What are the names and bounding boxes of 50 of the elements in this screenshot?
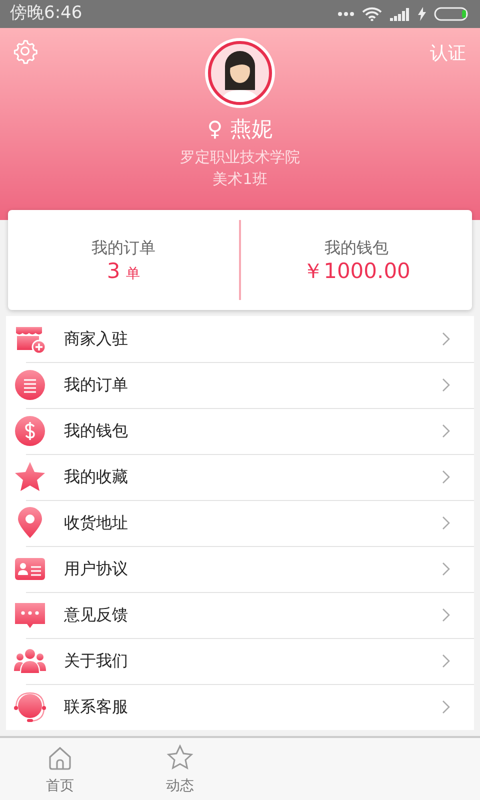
menu-item[interactable]: 收货地址 (6, 500, 474, 546)
menu-label: 意见反馈 (64, 604, 128, 626)
summary-value: 3 (106, 260, 120, 284)
chevron-right-icon (442, 654, 450, 668)
unit-label: 单 (126, 267, 140, 283)
home-icon (46, 744, 74, 772)
charging-icon (418, 7, 426, 21)
menu-item[interactable]: 我的钱包 (6, 408, 474, 454)
menu-item[interactable]: 我的收藏 (6, 454, 474, 500)
more-dots-icon (338, 12, 354, 16)
tab[interactable]: 首页 (0, 738, 120, 800)
chevron-right-icon (442, 424, 450, 438)
gender-icon: ♀ (207, 114, 223, 146)
battery-icon (434, 7, 470, 21)
menu-item[interactable]: 关于我们 (6, 638, 474, 684)
summary-label: 我的订单 (92, 237, 156, 260)
summary-label: 我的钱包 (324, 237, 388, 260)
menu-item[interactable]: 用户协议 (6, 546, 474, 592)
chevron-right-icon (442, 516, 450, 530)
chevron-right-icon (442, 378, 450, 392)
list-icon (14, 369, 46, 401)
menu-item[interactable]: 联系客服 (6, 684, 474, 730)
chevron-right-icon (442, 562, 450, 576)
menu-label: 商家入驻 (64, 328, 128, 350)
menu-label: 我的钱包 (64, 420, 128, 442)
chevron-right-icon (442, 332, 450, 346)
star-icon (14, 461, 46, 493)
chevron-right-icon (442, 470, 450, 484)
wifi-icon (362, 7, 382, 21)
chevron-right-icon (442, 608, 450, 622)
chevron-right-icon (442, 700, 450, 714)
class-name: 美术1班 (212, 168, 268, 190)
menu-label: 收货地址 (64, 512, 128, 534)
menu-label: 用户协议 (64, 558, 128, 580)
menu-label: 关于我们 (64, 650, 128, 672)
menu-label: 我的收藏 (64, 466, 128, 488)
tab[interactable]: 动态 (120, 738, 240, 800)
user-name: 燕妮 (230, 116, 273, 143)
dollar-icon (14, 415, 46, 447)
school-name: 罗定职业技术学院 (180, 146, 300, 168)
status-time: 傍晚6:46 (10, 2, 82, 26)
menu-item[interactable]: 意见反馈 (6, 592, 474, 638)
signal-icon (390, 8, 410, 20)
menu-item[interactable]: 我的订单 (6, 362, 474, 408)
menu-item[interactable]: 商家入驻 (6, 316, 474, 362)
star-outline-icon (166, 744, 194, 772)
menu-label: 我的订单 (64, 374, 128, 396)
headset-icon (14, 691, 46, 723)
menu-label: 联系客服 (64, 696, 128, 718)
summary-value: ￥1000.00 (302, 260, 410, 284)
